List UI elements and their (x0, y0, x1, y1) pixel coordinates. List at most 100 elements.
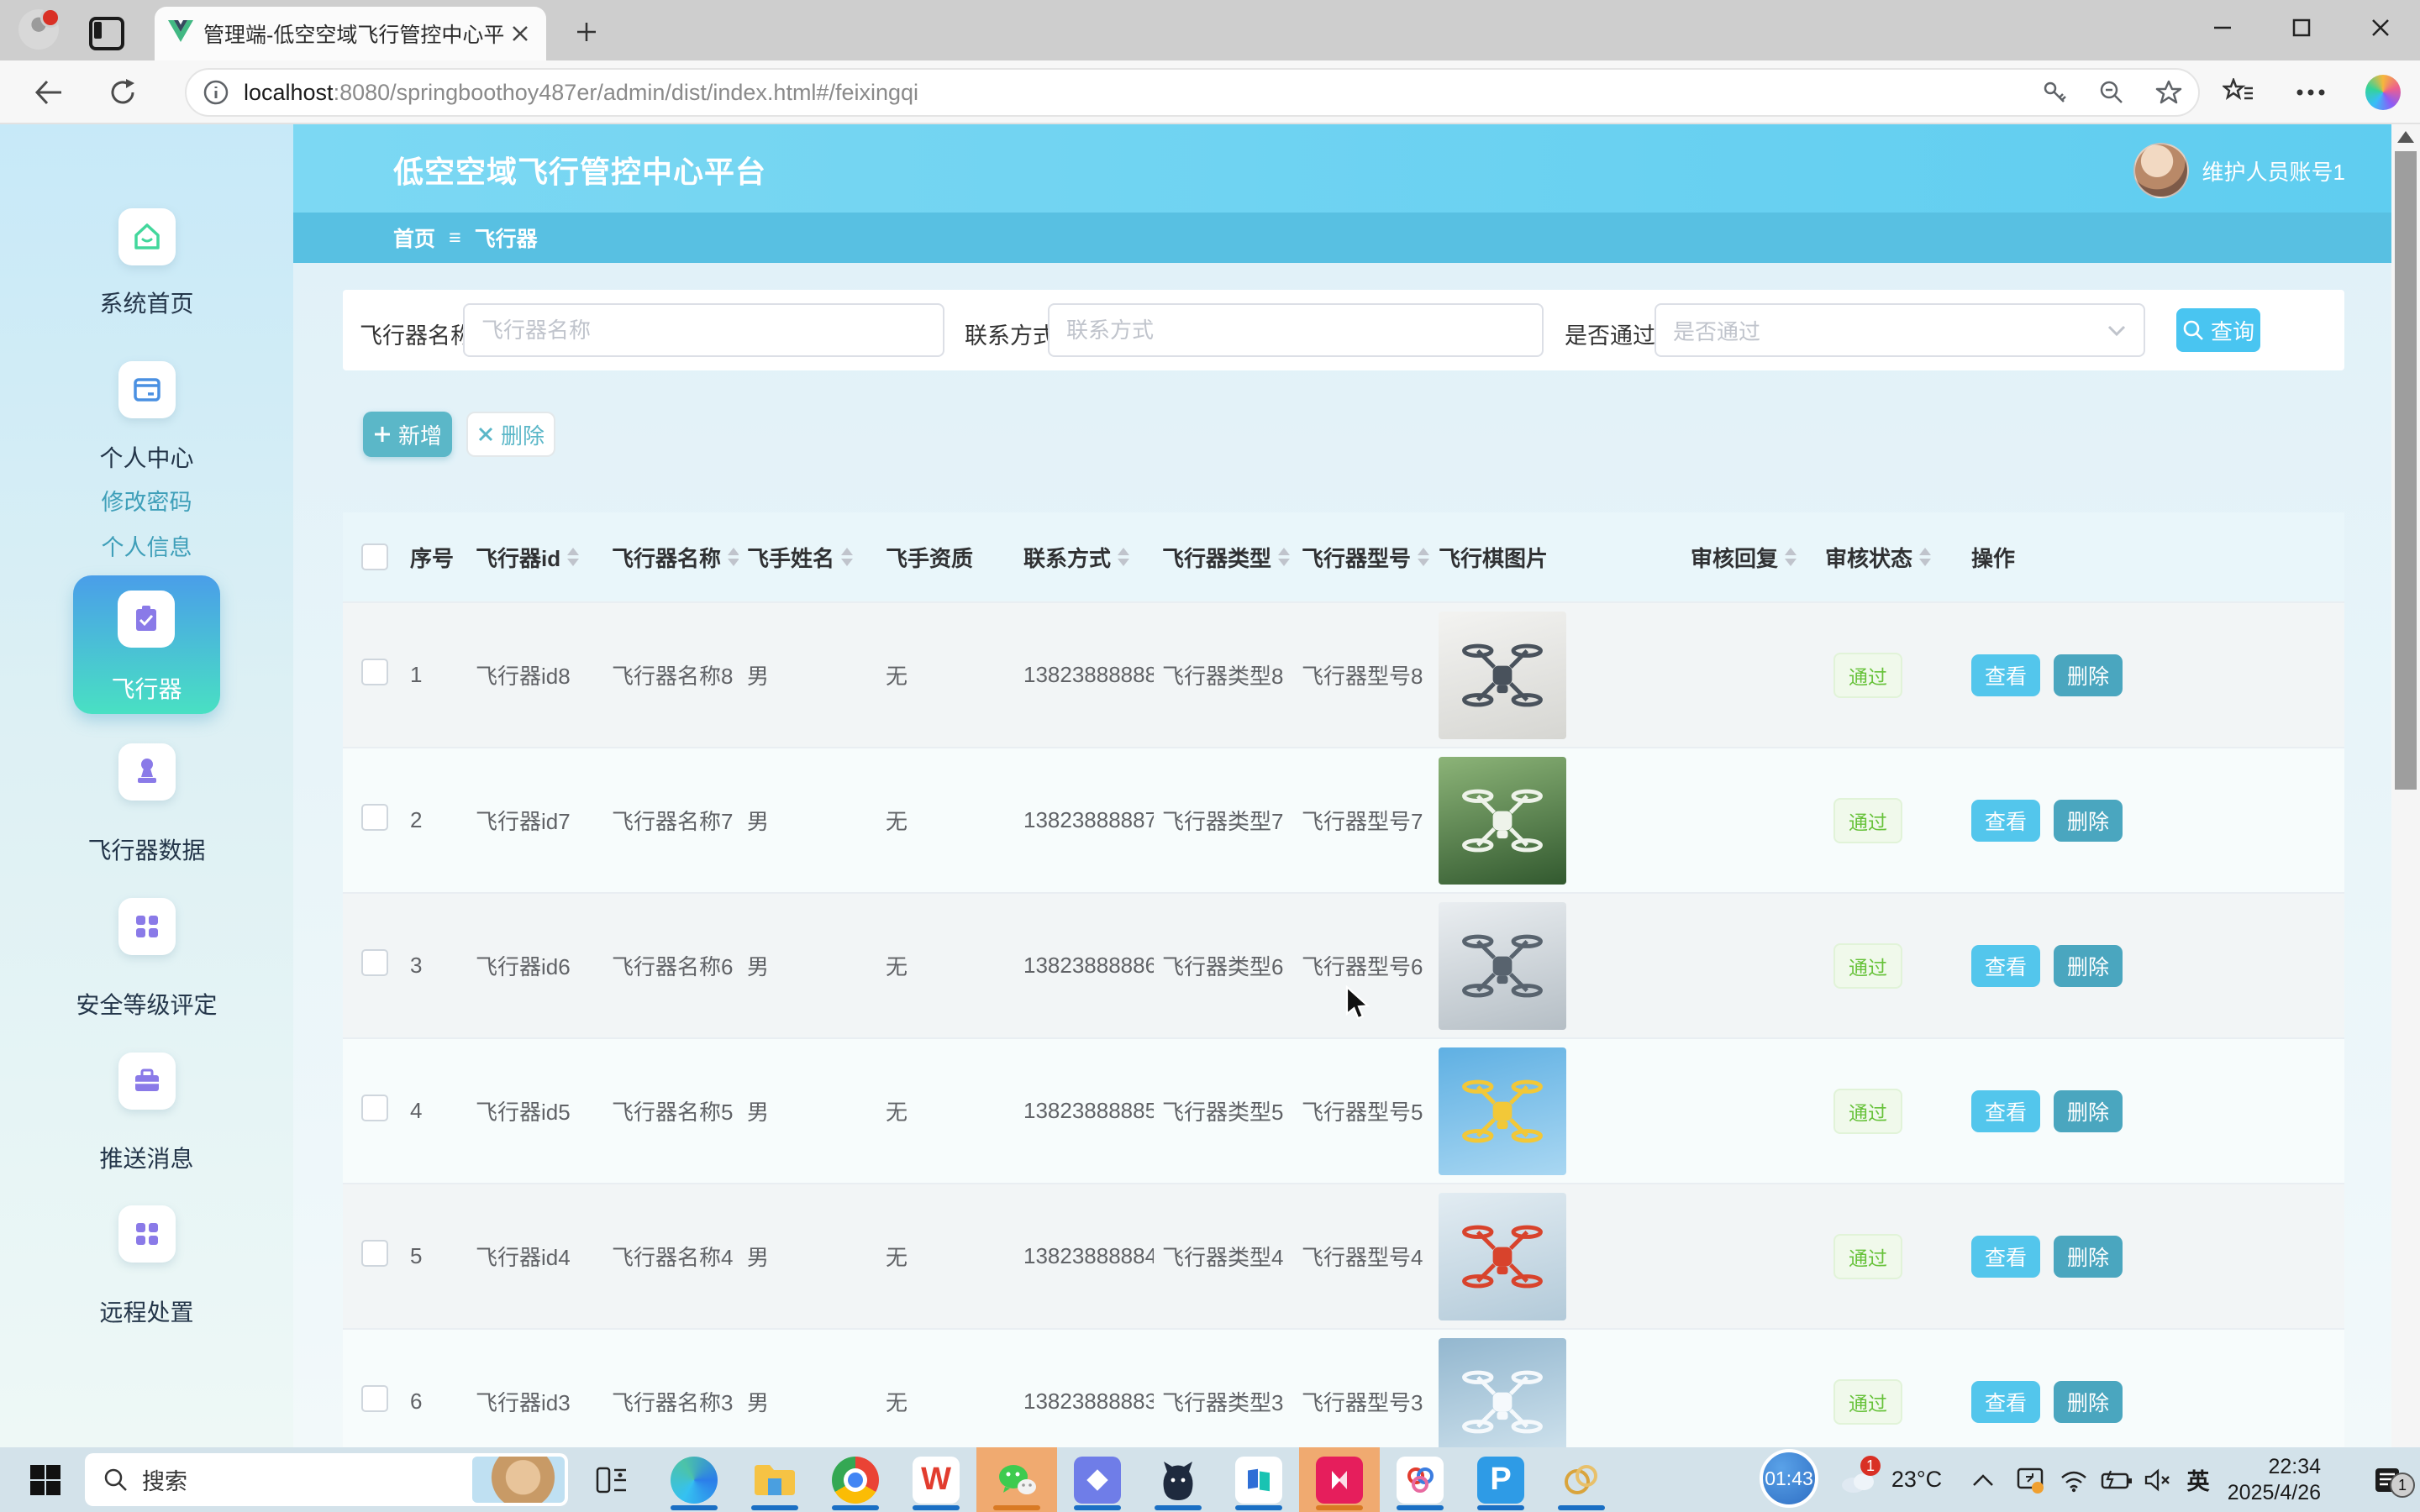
view-button[interactable]: 查看 (1971, 800, 2040, 842)
sort-icon[interactable] (728, 548, 739, 566)
address-bar[interactable]: localhost:8080/springboothoy487er/admin/… (185, 68, 2200, 117)
col-model[interactable]: 飞行器型号 (1293, 542, 1430, 573)
start-button[interactable] (20, 1447, 71, 1512)
taskbar-app-rings[interactable] (1541, 1447, 1622, 1512)
sort-icon[interactable] (1785, 548, 1797, 566)
aircraft-image[interactable] (1439, 1047, 1566, 1175)
row-delete-button[interactable]: 删除 (2054, 1236, 2123, 1278)
recorder-bubble[interactable]: 01:43 (1760, 1449, 1818, 1508)
sort-icon[interactable] (1118, 548, 1129, 566)
sort-icon[interactable] (567, 548, 579, 566)
close-window-button[interactable] (2341, 0, 2420, 55)
maximize-button[interactable] (2262, 0, 2341, 55)
copilot-icon[interactable] (2363, 72, 2403, 113)
delete-button[interactable]: 删除 (466, 412, 555, 457)
favorites-bar-icon[interactable] (2218, 72, 2259, 113)
row-checkbox[interactable] (361, 1240, 388, 1267)
scrollbar-thumb[interactable] (2395, 151, 2417, 790)
row-delete-button[interactable]: 删除 (2054, 1381, 2123, 1423)
favorite-star-icon[interactable] (2154, 78, 2183, 107)
row-checkbox[interactable] (361, 1095, 388, 1121)
refresh-icon[interactable] (103, 72, 143, 113)
col-phone[interactable]: 联系方式 (1015, 542, 1154, 573)
row-delete-button[interactable]: 删除 (2054, 1090, 2123, 1132)
search-highlight-image[interactable] (472, 1457, 565, 1503)
site-info-icon[interactable] (202, 78, 230, 107)
taskbar-app-circles[interactable] (1380, 1447, 1460, 1512)
account-menu[interactable]: 维护人员账号1 (2133, 143, 2345, 198)
aircraft-name-input[interactable] (463, 303, 944, 357)
aircraft-image[interactable] (1439, 757, 1566, 885)
col-id[interactable]: 飞行器id (467, 542, 603, 573)
col-review-reply[interactable]: 审核回复 (1682, 542, 1817, 573)
browser-profile-button[interactable] (18, 9, 59, 50)
tray-chevron-up-icon[interactable] (1965, 1447, 2002, 1512)
task-view-button[interactable] (587, 1447, 637, 1512)
aircraft-image[interactable] (1439, 612, 1566, 739)
temperature-text[interactable]: 23°C (1887, 1447, 1946, 1512)
ime-indicator[interactable]: 英 (2178, 1447, 2218, 1512)
row-checkbox[interactable] (361, 804, 388, 831)
col-pilot-name[interactable]: 飞手姓名 (739, 542, 877, 573)
tray-clock[interactable]: 22:34 2025/4/26 (2228, 1454, 2321, 1506)
taskbar-search[interactable]: 搜索 (85, 1453, 568, 1506)
taskbar-app-diamond[interactable] (1057, 1447, 1138, 1512)
contact-input[interactable] (1048, 303, 1544, 357)
row-checkbox[interactable] (361, 659, 388, 685)
row-delete-button[interactable]: 删除 (2054, 945, 2123, 987)
wifi-icon[interactable] (2054, 1447, 2094, 1512)
tab-close-icon[interactable] (508, 21, 533, 46)
workspaces-icon[interactable] (89, 17, 124, 50)
col-review-status[interactable]: 审核状态 (1817, 542, 1963, 573)
sort-icon[interactable] (1919, 548, 1931, 566)
password-key-icon[interactable] (2040, 78, 2069, 107)
cast-icon[interactable] (2010, 1447, 2050, 1512)
sidebar-item-change-password[interactable]: 修改密码 (0, 484, 293, 517)
view-button[interactable]: 查看 (1971, 1236, 2040, 1278)
taskbar-app-wps[interactable]: W (896, 1447, 976, 1512)
taskbar-app-teal[interactable] (1218, 1447, 1299, 1512)
taskbar-app-wechat[interactable] (976, 1447, 1057, 1512)
more-menu-icon[interactable] (2291, 72, 2331, 113)
col-type[interactable]: 飞行器类型 (1154, 542, 1293, 573)
view-button[interactable]: 查看 (1971, 1381, 2040, 1423)
sidebar-item-aircraft-active[interactable]: 飞行器 (73, 575, 220, 714)
aircraft-image[interactable] (1439, 1193, 1566, 1320)
sort-icon[interactable] (1278, 548, 1290, 566)
view-button[interactable]: 查看 (1971, 945, 2040, 987)
row-checkbox[interactable] (361, 1385, 388, 1412)
taskbar-app-chrome[interactable] (815, 1447, 896, 1512)
sort-icon[interactable] (841, 548, 853, 566)
view-button[interactable]: 查看 (1971, 654, 2040, 696)
sidebar-item-personal-info[interactable]: 个人信息 (0, 529, 293, 562)
view-button[interactable]: 查看 (1971, 1090, 2040, 1132)
taskbar-app-pink-play[interactable] (1299, 1447, 1380, 1512)
scrollbar-up-arrow-icon[interactable] (2397, 131, 2414, 143)
row-delete-button[interactable]: 删除 (2054, 654, 2123, 696)
add-button[interactable]: 新增 (363, 412, 452, 457)
zoom-out-icon[interactable] (2097, 78, 2126, 107)
pass-select[interactable]: 是否通过 (1655, 303, 2145, 357)
battery-icon[interactable] (2096, 1447, 2138, 1512)
row-delete-button[interactable]: 删除 (2054, 800, 2123, 842)
aircraft-image[interactable] (1439, 1338, 1566, 1448)
browser-tab[interactable]: 管理端-低空空域飞行管控中心平台 (155, 7, 546, 60)
aircraft-image[interactable] (1439, 902, 1566, 1030)
browser-scrollbar[interactable] (2391, 124, 2420, 1447)
notification-center-button[interactable]: 1 (2358, 1447, 2417, 1512)
sort-icon[interactable] (1418, 548, 1429, 566)
col-name[interactable]: 飞行器名称 (603, 542, 739, 573)
taskbar-app-cat[interactable] (1138, 1447, 1218, 1512)
minimize-button[interactable] (2183, 0, 2262, 55)
volume-muted-icon[interactable] (2138, 1447, 2178, 1512)
new-tab-button[interactable] (570, 15, 603, 49)
breadcrumb-home[interactable]: 首页 (393, 223, 435, 253)
weather-icon[interactable]: 1 (1832, 1447, 1882, 1512)
back-icon[interactable] (29, 72, 69, 113)
taskbar-app-explorer[interactable] (734, 1447, 815, 1512)
select-all-checkbox[interactable] (361, 543, 388, 570)
row-checkbox[interactable] (361, 949, 388, 976)
taskbar-app-p[interactable]: P (1460, 1447, 1541, 1512)
search-button[interactable]: 查询 (2176, 308, 2260, 352)
taskbar-app-edge[interactable] (654, 1447, 734, 1512)
